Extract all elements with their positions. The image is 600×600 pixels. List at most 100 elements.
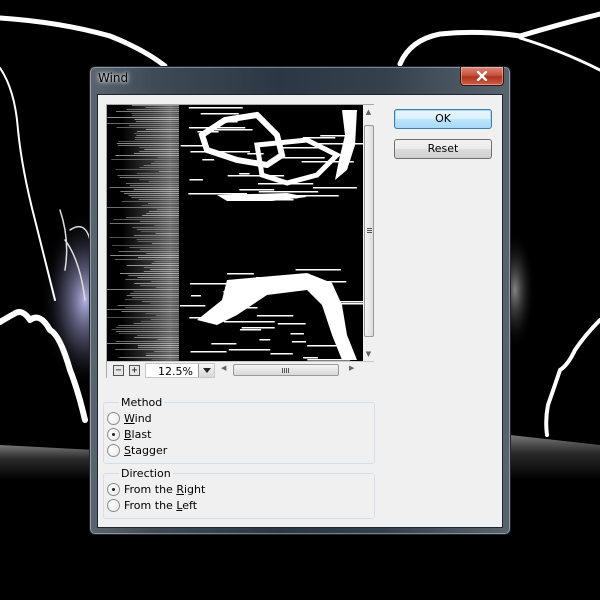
wind-streak (139, 147, 179, 148)
wind-streak (157, 339, 179, 340)
zoom-dropdown-button[interactable] (198, 364, 214, 377)
direction-legend: Direction (119, 467, 173, 480)
wind-streak (125, 183, 179, 184)
reset-button[interactable]: Reset (394, 139, 492, 159)
vertical-scrollbar[interactable]: ▲ ▼ (363, 105, 374, 361)
wind-streak (136, 239, 179, 240)
zoom-level-select[interactable]: 12.5% (145, 363, 215, 378)
wind-streak (107, 343, 179, 344)
wind-streak (148, 211, 179, 212)
wind-streak (119, 357, 179, 358)
radio-button[interactable] (107, 498, 120, 512)
wind-streak (117, 305, 179, 306)
wind-streak (153, 351, 179, 352)
wind-streak (145, 107, 179, 108)
vertical-scroll-thumb[interactable] (364, 125, 374, 337)
wind-streak (140, 221, 179, 222)
dialog-title: Wind (98, 71, 129, 85)
wind-streak (115, 341, 179, 342)
wind-streak (107, 117, 179, 118)
ok-button[interactable]: OK (394, 109, 492, 129)
wind-streak (126, 295, 179, 296)
wind-streak (211, 343, 237, 345)
wind-streak (132, 105, 179, 106)
method-legend: Method (119, 396, 165, 409)
wind-streak (133, 153, 179, 154)
wind-streak (143, 165, 179, 166)
wind-streak (256, 315, 294, 317)
radio-label: Stagger (124, 443, 168, 457)
arrow-up-icon[interactable]: ▲ (363, 105, 374, 119)
wind-streak (137, 277, 179, 278)
radio-button[interactable] (107, 411, 120, 425)
wind-streak (143, 267, 179, 268)
wind-streak (120, 273, 179, 274)
wind-streak (132, 297, 179, 298)
wind-streak (145, 353, 179, 354)
wind-streak (134, 137, 179, 138)
wind-streak (154, 225, 179, 226)
wind-streak (188, 107, 243, 109)
wind-streak (134, 283, 179, 284)
radio-stagger[interactable]: Stagger (107, 442, 167, 458)
wind-streak (126, 217, 179, 218)
wind-streak (110, 255, 179, 256)
wind-streak (307, 345, 338, 347)
wind-streak (156, 287, 179, 288)
wind-streak (132, 115, 179, 116)
dialog-client-area: ▲ ▼ − + 12.5% ◀ ▶ Method Wind Blast Stag… (97, 94, 503, 528)
preview-image[interactable] (107, 105, 363, 361)
method-group: Method Wind Blast Stagger (103, 396, 375, 464)
wind-streak (150, 319, 179, 320)
plus-icon: + (131, 365, 138, 376)
wind-streak (144, 149, 179, 150)
wind-streak (241, 327, 275, 329)
chevron-down-icon (202, 368, 211, 373)
radio-button[interactable] (107, 482, 120, 496)
wind-streak (121, 201, 179, 202)
wind-streak (259, 339, 271, 341)
wind-streak (116, 327, 179, 328)
horizontal-scrollbar[interactable]: ◀ ▶ (219, 363, 357, 378)
wind-dialog: Wind ▲ ▼ − + 12.5% ◀ ▶ Method Wind Blast… (89, 66, 511, 535)
wind-streak (126, 109, 179, 110)
radio-wind[interactable]: Wind (107, 410, 152, 426)
wind-streak (118, 333, 179, 334)
radio-from-the-left[interactable]: From the Left (107, 497, 197, 513)
arrow-left-icon[interactable]: ◀ (221, 364, 226, 372)
wind-streak (277, 323, 306, 325)
radio-from-the-right[interactable]: From the Right (107, 481, 205, 497)
wind-streak (145, 129, 179, 130)
wind-streak (147, 203, 179, 204)
wind-streak (133, 235, 179, 236)
wind-streak (136, 229, 179, 230)
close-button[interactable] (460, 67, 504, 86)
wind-streak (137, 335, 179, 336)
wind-streak (128, 125, 179, 126)
radio-button[interactable] (107, 443, 120, 457)
wind-streak (112, 245, 179, 246)
wind-streak (152, 243, 179, 244)
wind-streak (115, 169, 179, 170)
wind-streak (116, 111, 179, 112)
wind-streak (291, 341, 307, 343)
wind-streak (124, 299, 179, 300)
horizontal-scroll-thumb[interactable] (233, 364, 339, 376)
radio-button[interactable] (107, 427, 120, 441)
wind-streak (118, 251, 179, 252)
wind-streak (139, 151, 179, 152)
wind-streak (145, 355, 179, 356)
wind-streak (107, 123, 179, 124)
zoom-out-button[interactable]: − (113, 365, 124, 376)
radio-label: Blast (124, 427, 152, 441)
wind-streak (136, 135, 179, 136)
radio-blast[interactable]: Blast (107, 426, 151, 442)
arrow-right-icon[interactable]: ▶ (349, 364, 354, 372)
wind-streak (125, 307, 179, 308)
zoom-in-button[interactable]: + (129, 365, 140, 376)
wind-streak (130, 293, 179, 294)
wind-streak (179, 305, 206, 307)
arrow-down-icon[interactable]: ▼ (363, 347, 374, 361)
wind-streak (140, 249, 179, 250)
wind-streak (142, 301, 179, 302)
